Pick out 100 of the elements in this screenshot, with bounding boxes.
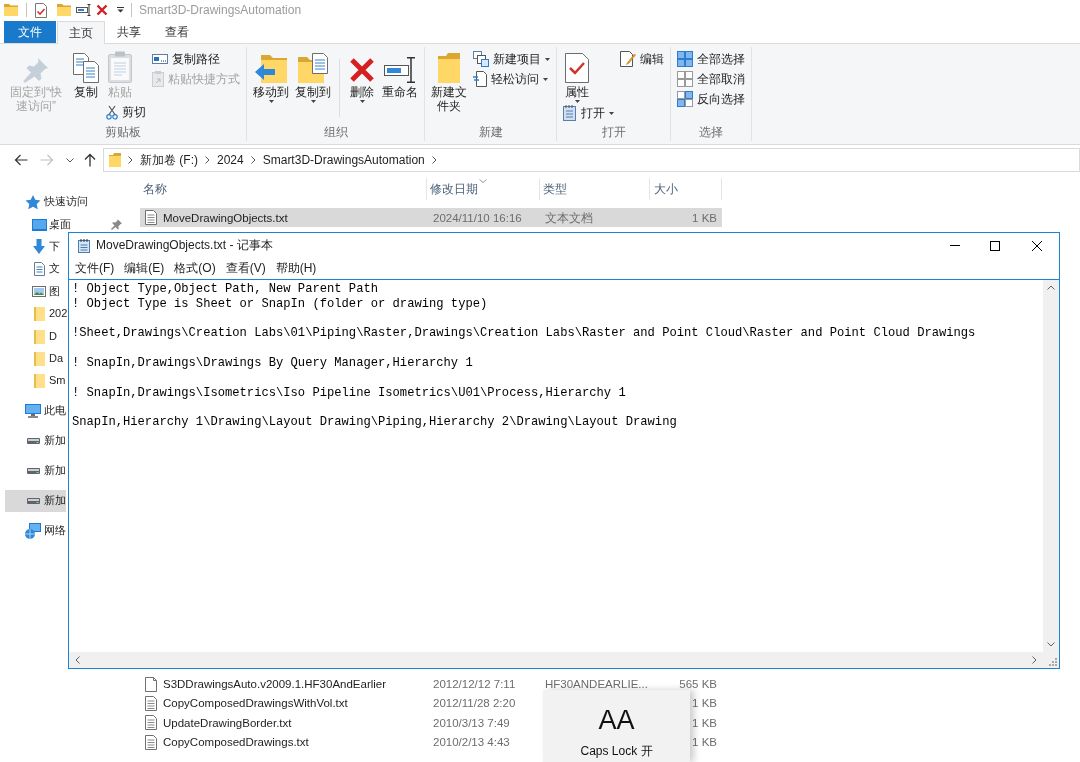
empty-squares-icon	[677, 71, 693, 87]
cut-button[interactable]: 剪切	[103, 102, 149, 122]
column-header[interactable]: 名称	[140, 178, 427, 200]
address-bar[interactable]: 新加卷 (F:) 2024 Smart3D-DrawingsAutomation	[103, 148, 1080, 172]
ribbon-tab[interactable]: 共享	[105, 21, 153, 43]
drive-icon	[26, 438, 40, 445]
folder-arrow-icon	[255, 55, 287, 83]
copy-path-button[interactable]: 复制路径	[149, 49, 223, 69]
breadcrumb-item[interactable]: 2024	[217, 152, 244, 168]
rename-button[interactable]: 重命名	[379, 49, 421, 99]
cross-icon[interactable]	[96, 4, 108, 16]
window-title: Smart3D-DrawingsAutomation	[139, 2, 302, 18]
invert-selection-button[interactable]: 反向选择	[674, 89, 748, 109]
menu-item[interactable]: 查看(V)	[220, 258, 271, 279]
file-name[interactable]: MoveDrawingObjects.txt	[163, 210, 288, 225]
caret-icon	[609, 111, 614, 115]
select-all-button[interactable]: 全部选择	[674, 49, 748, 69]
cross-icon	[349, 57, 375, 83]
move-to-button[interactable]: 移动到	[250, 49, 292, 103]
text-cursor-field-icon[interactable]	[76, 4, 92, 16]
nav-item[interactable]: 此电	[5, 400, 66, 423]
chevron-icon[interactable]	[128, 156, 133, 164]
properties-button[interactable]: 属性	[560, 49, 594, 103]
file-name[interactable]: CopyComposedDrawingsWithVol.txt	[163, 696, 348, 711]
file-type: HF30ANDEARLIE...	[545, 676, 648, 692]
folder-icon	[33, 351, 45, 366]
file-icon	[145, 676, 157, 692]
text-cursor-field-icon	[384, 57, 416, 83]
chevron-icon[interactable]	[250, 156, 256, 164]
nav-item[interactable]: 图	[5, 280, 60, 303]
menu-item[interactable]: 帮助(H)	[270, 258, 322, 279]
nav-item[interactable]: Da	[5, 347, 64, 371]
close-icon[interactable]	[1032, 240, 1042, 251]
chevron-icon[interactable]	[431, 156, 437, 164]
nav-item[interactable]: 新加	[5, 489, 66, 513]
copy-to-button[interactable]: 复制到	[292, 49, 334, 103]
text-line: ! SnapIn,Drawings\Isometrics\Iso Pipeline Isometrics\U01\Process,Hierarchy 1	[72, 385, 626, 401]
caret-icon	[359, 100, 365, 103]
copy-button[interactable]: 复制	[69, 49, 103, 99]
ribbon-tab[interactable]: 查看	[153, 21, 201, 43]
text-line: ! Object Type is Sheet or SnapIn (folder or drawing type)	[72, 296, 488, 312]
drive-icon	[26, 497, 40, 504]
chevron-icon[interactable]	[205, 156, 210, 164]
nav-item[interactable]: 下	[5, 235, 60, 259]
file-name[interactable]: S3DDrawingsAuto.v2009.1.HF30AndEarlier	[163, 676, 387, 692]
window-title: MoveDrawingObjects.txt - 记事本	[96, 238, 273, 253]
menu-item[interactable]: 编辑(E)	[119, 258, 170, 279]
nav-item[interactable]: 新加	[5, 429, 66, 453]
group-label: 打开	[601, 124, 626, 141]
notepad-icon	[78, 238, 90, 253]
column-header[interactable]: 类型	[540, 178, 650, 200]
breadcrumb-item[interactable]: 新加卷 (F:)	[140, 152, 198, 168]
nav-item[interactable]: 桌面	[5, 213, 71, 236]
group-label: 选择	[699, 124, 723, 141]
group-label: 新建	[478, 124, 503, 141]
nav-item[interactable]: Sm	[5, 370, 66, 393]
file-name[interactable]: CopyComposedDrawings.txt	[163, 735, 309, 750]
column-header[interactable]: 修改日期	[427, 178, 540, 200]
pushpin-icon	[23, 57, 49, 83]
menu-item[interactable]: 格式(O)	[169, 258, 221, 279]
file-name[interactable]: UpdateDrawingBorder.txt	[163, 715, 292, 731]
new-folder-button[interactable]: 新建文件夹	[428, 49, 470, 113]
horizontal-scrollbar[interactable]	[69, 652, 1043, 668]
scissors-icon	[106, 104, 118, 120]
scroll-right-icon[interactable]	[1032, 656, 1037, 664]
nav-item[interactable]: 文	[5, 258, 60, 281]
breadcrumb-item[interactable]: Smart3D-DrawingsAutomation	[262, 152, 425, 168]
delete-button[interactable]: 删除	[345, 49, 379, 103]
text-line: ! SnapIn,Drawings\Drawings By Query Manager,Hierarchy 1	[72, 356, 473, 371]
pin-icon[interactable]	[111, 219, 122, 231]
folder-icon	[438, 53, 460, 83]
scroll-up-icon[interactable]	[1047, 285, 1055, 290]
nav-item[interactable]: 网络	[5, 519, 66, 542]
nav-item[interactable]: 新加	[5, 459, 66, 483]
customize-caret-icon[interactable]	[117, 7, 124, 13]
ribbon-tab[interactable]: 主页	[57, 21, 105, 44]
scroll-down-icon[interactable]	[1047, 642, 1055, 647]
back-arrow-icon[interactable]	[14, 154, 28, 166]
select-none-button[interactable]: 全部取消	[674, 69, 748, 89]
nav-item[interactable]: 202	[5, 302, 68, 326]
up-arrow-icon[interactable]	[84, 153, 96, 167]
folder-icon	[109, 153, 121, 167]
easy-access-button[interactable]: 轻松访问	[470, 69, 551, 89]
chevron-down-icon[interactable]	[66, 157, 74, 163]
edit-button[interactable]: 编辑	[617, 49, 667, 69]
scroll-left-icon[interactable]	[75, 656, 80, 664]
menu-item[interactable]: 文件(F)	[70, 258, 120, 279]
column-header[interactable]: 大小	[650, 178, 722, 200]
nav-item[interactable]: 快速访问	[5, 191, 88, 214]
selected-file-row[interactable]: MoveDrawingObjects.txt 2024/11/10 16:16 文本文档 1 KB	[140, 208, 722, 228]
folder-icon	[33, 307, 45, 322]
vertical-scrollbar[interactable]	[1043, 280, 1059, 652]
maximize-icon[interactable]	[990, 240, 1000, 251]
nav-item[interactable]: D	[5, 325, 57, 348]
file-menu-tab[interactable]: 文件	[4, 21, 56, 43]
checkmark-document-icon[interactable]	[35, 2, 47, 18]
file-size: 1 KB	[692, 735, 717, 750]
new-item-button[interactable]: 新建项目	[470, 49, 553, 69]
open-button[interactable]: 打开	[560, 103, 617, 123]
document-lines-icon	[473, 71, 487, 87]
